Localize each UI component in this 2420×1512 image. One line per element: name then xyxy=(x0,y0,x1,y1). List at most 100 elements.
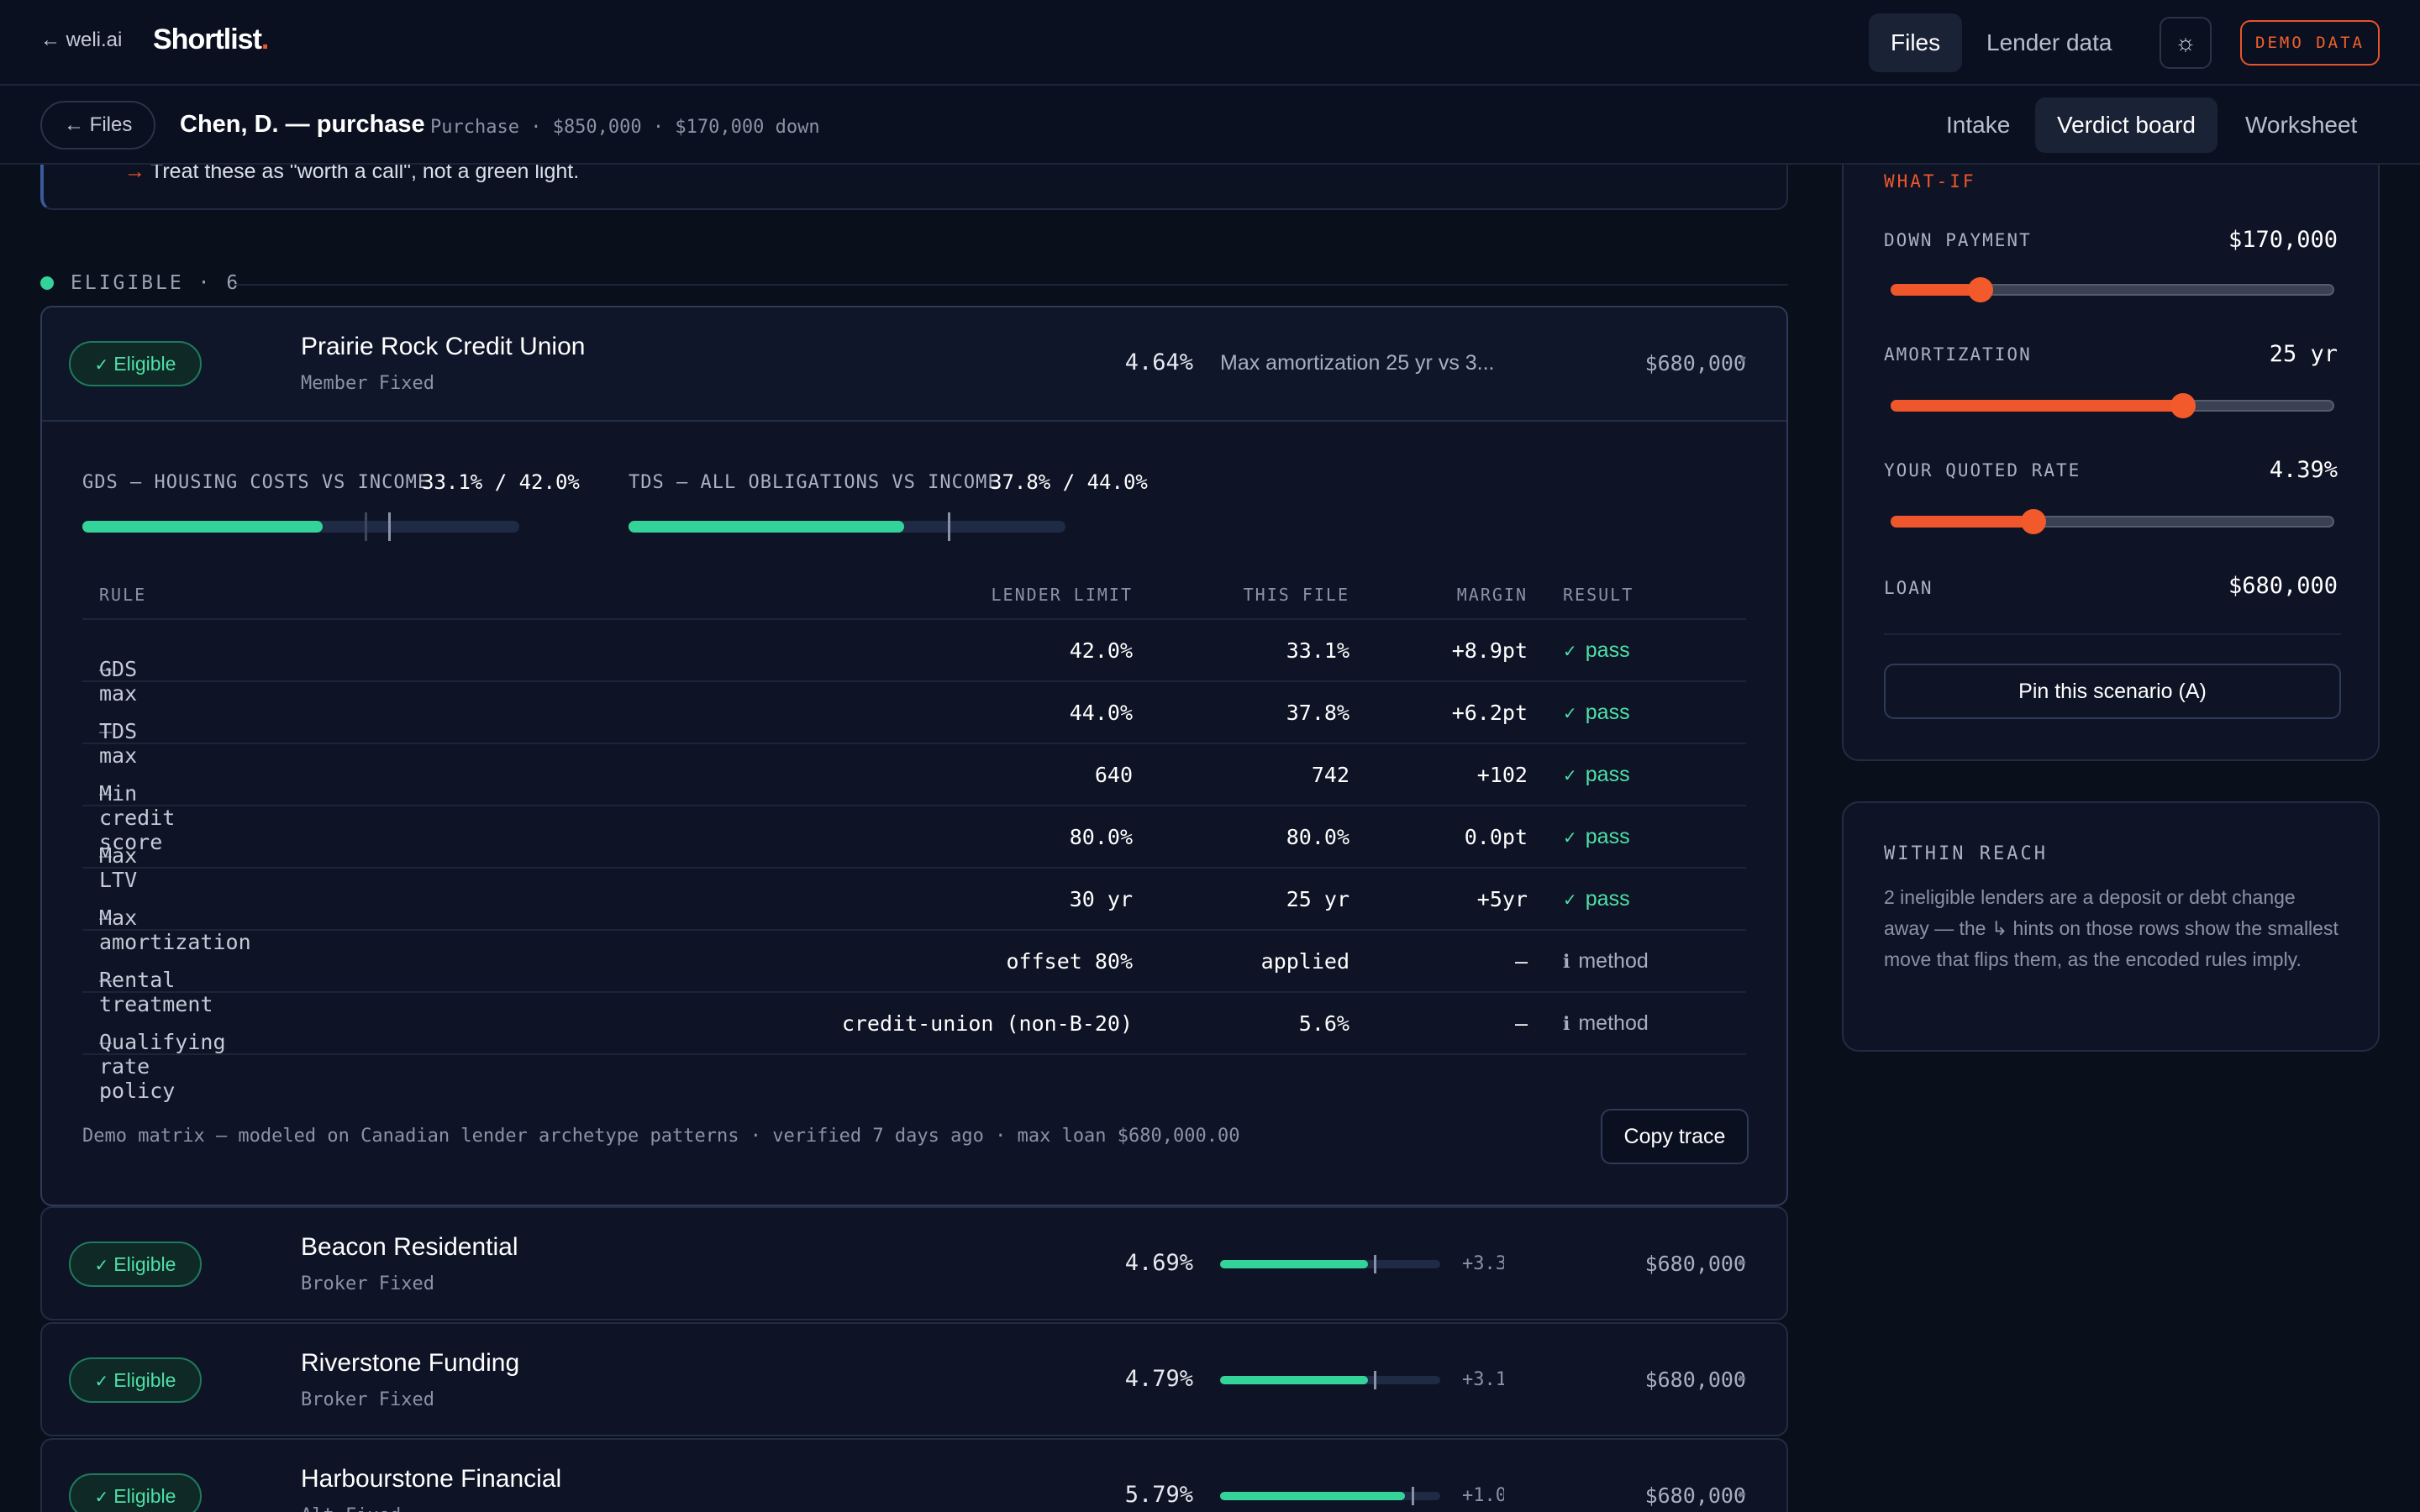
col-header-result: RESULT xyxy=(1563,585,1634,605)
down-payment-slider[interactable] xyxy=(1891,277,2334,302)
rule-this-file: applied xyxy=(1260,949,1349,974)
gds-mini-meter-fill xyxy=(1220,1492,1406,1500)
lender-product: Broker Fixed xyxy=(301,1273,434,1294)
gds-mini-meter xyxy=(1220,1487,1440,1505)
expand-caret-icon[interactable]: ▸ xyxy=(1739,1369,1746,1386)
eligible-badge: ✓ Eligible xyxy=(69,341,202,386)
lender-product: Broker Fixed xyxy=(301,1389,434,1410)
gds-mini-meter xyxy=(1220,1371,1440,1389)
within-reach-title: WITHIN REACH xyxy=(1884,843,2048,864)
file-meta: Purchase · $850,000 · $170,000 down xyxy=(430,117,820,138)
lender-rate: 4.69% xyxy=(1124,1250,1193,1276)
tds-meter-fill xyxy=(629,521,904,533)
tds-label: TDS — ALL OBLIGATIONS VS INCOME xyxy=(629,472,1000,493)
lender-card[interactable]: ✓ Eligible Riverstone Funding Broker Fixed 4… xyxy=(40,1322,1788,1436)
brand-name: Shortlist xyxy=(153,24,262,55)
rule-this-file: 37.8% xyxy=(1286,701,1349,725)
files-back-button[interactable]: ← Files xyxy=(40,101,156,150)
tab-worksheet[interactable]: Worksheet xyxy=(2223,97,2379,153)
rule-result: ℹ method xyxy=(1563,949,1649,974)
rule-result: ℹ method xyxy=(1563,1011,1649,1036)
app-brand: Shortlist. xyxy=(153,24,270,56)
within-reach-body: 2 ineligible lenders are a deposit or de… xyxy=(1884,886,2338,970)
rule-lender-limit: 640 xyxy=(1094,763,1133,787)
rule-this-file: 5.6% xyxy=(1298,1011,1349,1036)
gds-mini-limit-marker xyxy=(1374,1255,1377,1273)
collapse-caret-icon[interactable]: ▾ xyxy=(1739,351,1746,368)
quoted-rate-slider-thumb[interactable] xyxy=(2020,509,2046,534)
eligible-section-label: ELIGIBLE · 6 xyxy=(71,272,241,294)
gds-meter xyxy=(82,512,519,541)
theme-toggle-button[interactable]: ☼ xyxy=(2160,17,2212,69)
gds-meter-marker xyxy=(365,512,367,541)
what-if-kicker: WHAT-IF xyxy=(1884,171,1976,192)
rule-margin: +8.9pt xyxy=(1451,638,1528,663)
rule-lender-limit: 44.0% xyxy=(1069,701,1133,725)
tab-verdict-board[interactable]: Verdict board xyxy=(2035,97,2217,153)
panel-divider xyxy=(1884,633,2341,635)
rule-margin: — xyxy=(1514,949,1528,974)
rule-result: ✓ pass xyxy=(1563,825,1630,849)
lender-name: Prairie Rock Credit Union xyxy=(301,333,586,360)
rule-result-label: pass xyxy=(1585,638,1630,662)
rule-result: ✓ pass xyxy=(1563,638,1630,663)
check-icon: ✓ xyxy=(1563,891,1577,910)
check-icon: ✓ xyxy=(1563,705,1577,723)
rule-row: — TDS max 44.0% 37.8% +6.2pt ✓ pass xyxy=(82,682,1746,768)
lender-margin: +3.3 xyxy=(1462,1253,1504,1274)
expand-caret-icon[interactable]: ▸ xyxy=(1739,1485,1746,1502)
amortization-slider-thumb[interactable] xyxy=(2170,393,2196,418)
eligible-badge: ✓ Eligible xyxy=(69,1357,202,1403)
nav-tab-files[interactable]: Files xyxy=(1869,13,1963,72)
rule-result-label: pass xyxy=(1585,887,1630,911)
rule-margin: 0.0pt xyxy=(1464,825,1528,849)
lender-card[interactable]: ✓Eligible Harbourstone Financial Alt Fixed… xyxy=(40,1438,1788,1512)
down-payment-slider-thumb[interactable] xyxy=(1967,277,1993,302)
quoted-rate-value: 4.39% xyxy=(2269,457,2338,483)
check-icon: ✓ xyxy=(1563,767,1577,785)
rule-margin: +6.2pt xyxy=(1451,701,1528,725)
amortization-label: AMORTIZATION xyxy=(1884,344,2032,365)
rule-lender-limit: 42.0% xyxy=(1069,638,1133,663)
expand-caret-icon[interactable]: ▸ xyxy=(1739,1253,1746,1270)
col-header-rule: RULE xyxy=(99,585,147,605)
eligible-badge-label: Eligible xyxy=(113,1485,176,1507)
rules-table: RULE LENDER LIMIT THIS FILE MARGIN RESUL… xyxy=(82,573,1746,1103)
lender-name: Harbourstone Financial xyxy=(301,1465,562,1493)
quoted-rate-slider[interactable] xyxy=(1891,509,2334,534)
lender-margin: +3.1 xyxy=(1462,1369,1504,1390)
copy-trace-button[interactable]: Copy trace xyxy=(1601,1109,1749,1164)
eligible-status-dot xyxy=(40,276,54,290)
rule-this-file: 33.1% xyxy=(1286,638,1349,663)
lender-rate: 5.79% xyxy=(1124,1482,1193,1508)
rule-result-label: method xyxy=(1578,1011,1649,1035)
amortization-slider-fill xyxy=(1891,400,2181,412)
rule-margin: +5yr xyxy=(1476,887,1528,911)
down-payment-value: $170,000 xyxy=(2228,227,2338,253)
rule-label: Qualifying rate policy xyxy=(99,1030,226,1103)
brand-dot: . xyxy=(260,24,270,55)
lender-row-header[interactable]: ✓ Eligible Prairie Rock Credit Union Memb… xyxy=(42,307,1786,422)
gds-limit-marker xyxy=(388,512,391,541)
check-icon: ✓ xyxy=(94,1257,109,1275)
amortization-value: 25 yr xyxy=(2269,341,2338,367)
lender-margin: +1.0 xyxy=(1462,1485,1504,1506)
rule-result: ✓ pass xyxy=(1563,701,1630,725)
check-icon: ✓ xyxy=(94,356,109,375)
col-header-this-file: THIS FILE xyxy=(1243,585,1349,605)
lender-product: Member Fixed xyxy=(301,373,434,394)
tab-intake[interactable]: Intake xyxy=(1924,97,2032,153)
nav-tab-lender-data[interactable]: Lender data xyxy=(1965,13,2133,72)
amortization-slider[interactable] xyxy=(1891,393,2334,418)
gds-mini-meter xyxy=(1220,1255,1440,1273)
back-to-weli-link[interactable]: ← weli.ai xyxy=(40,29,122,52)
check-icon: ✓ xyxy=(94,1373,109,1391)
gds-meter-fill xyxy=(82,521,323,533)
rule-lender-limit: 30 yr xyxy=(1069,887,1133,911)
lender-card[interactable]: ✓ Eligible Beacon Residential Broker Fixed 4… xyxy=(40,1206,1788,1320)
pin-scenario-button[interactable]: Pin this scenario (A) xyxy=(1884,664,2341,719)
down-payment-slider-fill xyxy=(1891,284,1979,296)
eligible-badge-label: Eligible xyxy=(113,1253,176,1275)
gds-mini-limit-marker xyxy=(1411,1487,1414,1505)
file-bar: ← Files Chen, D. — purchase Purchase · $… xyxy=(0,86,2420,165)
